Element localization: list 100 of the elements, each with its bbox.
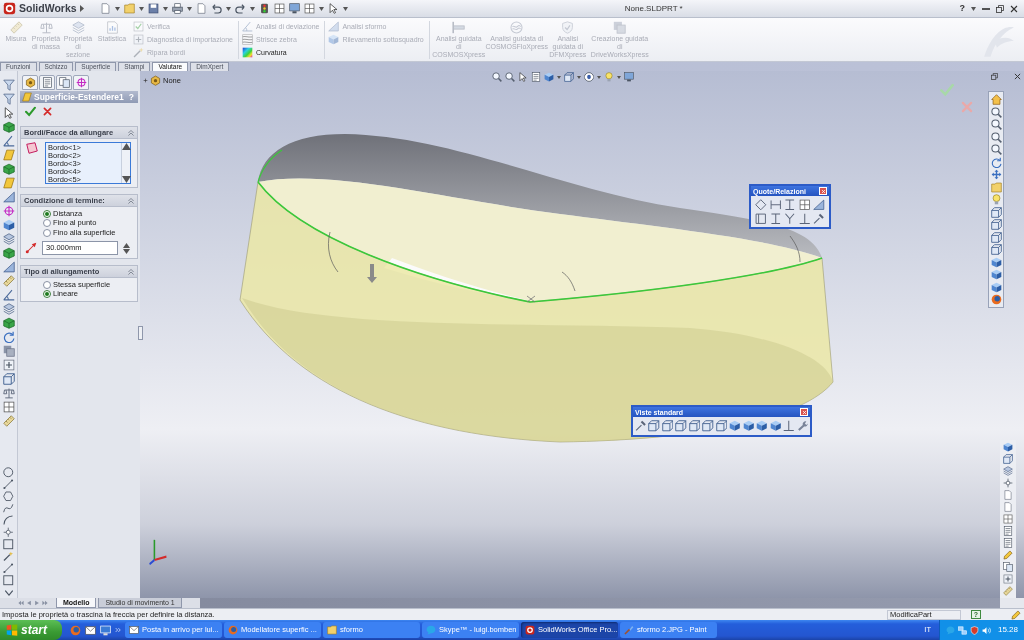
caret-icon[interactable] [115,6,120,11]
wire-cube-icon[interactable] [2,373,15,385]
caret-icon[interactable] [971,6,976,11]
double-chevron-up-icon[interactable] [128,197,134,204]
wire-cube-icon[interactable] [990,244,1002,255]
cube-icon[interactable] [729,420,741,432]
magnifier-icon[interactable] [990,144,1002,155]
wedge-icon[interactable] [2,261,15,273]
scale-icon[interactable] [2,387,15,399]
hammer-icon[interactable] [634,420,647,432]
caret-icon[interactable] [187,6,192,11]
rewind-icon[interactable] [18,600,24,606]
minimize-icon[interactable] [982,7,990,10]
angle-icon[interactable] [2,135,15,147]
scrollbar[interactable] [121,143,130,183]
block-icon[interactable] [2,317,15,329]
spin-up-arrow-icon[interactable] [123,242,130,248]
panel-tab[interactable] [56,75,72,90]
funnel-icon[interactable] [2,79,15,91]
drag-arrow-icon[interactable] [367,264,377,283]
double-chevron-up-icon[interactable] [128,268,134,275]
caret-right-icon[interactable] [79,5,84,12]
magnifier-icon[interactable] [505,72,515,82]
caret-icon[interactable] [163,6,168,11]
caret-icon[interactable] [226,6,231,11]
caret-icon[interactable] [617,75,621,79]
funnel-icon[interactable] [2,93,15,105]
caret-icon[interactable] [597,75,601,79]
magnifier-icon[interactable] [990,131,1002,143]
crosshair-icon[interactable] [2,205,15,217]
block-icon[interactable] [2,121,15,133]
grid-icon[interactable] [274,3,285,14]
rotate-arrows-icon[interactable] [990,156,1002,168]
radio-button[interactable] [43,228,51,237]
cube-icon[interactable] [769,420,782,432]
magnifier-icon[interactable] [492,72,502,82]
wire-cube-icon[interactable] [1003,454,1013,464]
start-button[interactable]: start [0,620,62,640]
frame-icon[interactable] [755,212,767,224]
layers-icon[interactable] [2,233,15,245]
layers-icon[interactable] [2,303,15,315]
check-icon[interactable] [25,106,36,117]
spline-icon[interactable] [3,503,14,514]
spin-down-arrow-icon[interactable] [123,248,130,254]
caret-icon[interactable] [250,6,255,11]
point-icon[interactable] [1003,478,1013,488]
rotate-arrows-icon[interactable] [2,331,15,343]
eye-icon[interactable] [584,72,594,82]
wedge-icon[interactable] [2,191,15,203]
hammer-icon[interactable] [813,212,825,224]
layers-icon[interactable] [1003,466,1013,476]
diamond-icon[interactable] [755,199,767,211]
stacked-squares-icon[interactable] [2,345,15,357]
scroll-up-arrow-icon[interactable] [122,143,131,150]
ruler-icon[interactable] [2,415,15,427]
grid-icon[interactable] [2,401,15,413]
monitor-icon[interactable] [624,72,634,82]
radio-button[interactable] [43,219,51,227]
cube-icon[interactable] [990,269,1002,280]
grid-icon[interactable] [304,3,315,14]
desktop-icon[interactable] [100,624,111,636]
close-button[interactable] [819,187,827,195]
sheet-icon[interactable] [2,149,15,161]
scroll-down-arrow-icon[interactable] [122,176,131,183]
monitor-icon[interactable] [289,3,300,14]
caret-icon[interactable] [343,6,348,11]
radio-button[interactable] [43,209,51,218]
page-icon[interactable] [100,3,111,14]
span-icon[interactable] [769,199,782,211]
close-icon[interactable] [1014,73,1021,80]
network-icon[interactable] [957,625,967,635]
radio-button[interactable] [43,280,51,289]
perpendicular-icon[interactable] [783,420,795,432]
line-icon[interactable] [3,563,14,574]
wire-cube-icon[interactable] [715,420,728,432]
block-icon[interactable] [2,163,15,175]
wire-cube-icon[interactable] [688,420,701,432]
perpendicular-icon[interactable] [798,212,811,224]
envelope-icon[interactable] [85,624,96,636]
form-icon[interactable] [1003,538,1013,548]
double-chevron-right-icon[interactable] [115,627,121,633]
wire-cube-icon[interactable] [675,420,687,432]
panel-tab[interactable] [73,75,89,90]
grid-icon[interactable] [1003,514,1013,524]
close-button[interactable] [800,408,808,416]
panel-tab[interactable] [39,75,55,90]
nut-icon[interactable] [150,75,161,86]
caret-icon[interactable] [577,75,581,79]
cube-icon[interactable] [2,219,15,231]
cursor-icon[interactable] [2,107,15,119]
wire-cube-icon[interactable] [990,206,1002,218]
wire-cube-icon[interactable] [990,219,1002,230]
sheet-icon[interactable] [2,177,15,189]
wrench-icon[interactable] [796,420,809,432]
chevron-down-icon[interactable] [4,590,13,596]
traffic-light-icon[interactable] [259,3,270,14]
page-icon[interactable] [196,3,207,14]
shield-icon[interactable] [969,625,979,635]
cube-icon[interactable] [756,420,768,432]
i-beam-icon[interactable] [784,199,796,211]
